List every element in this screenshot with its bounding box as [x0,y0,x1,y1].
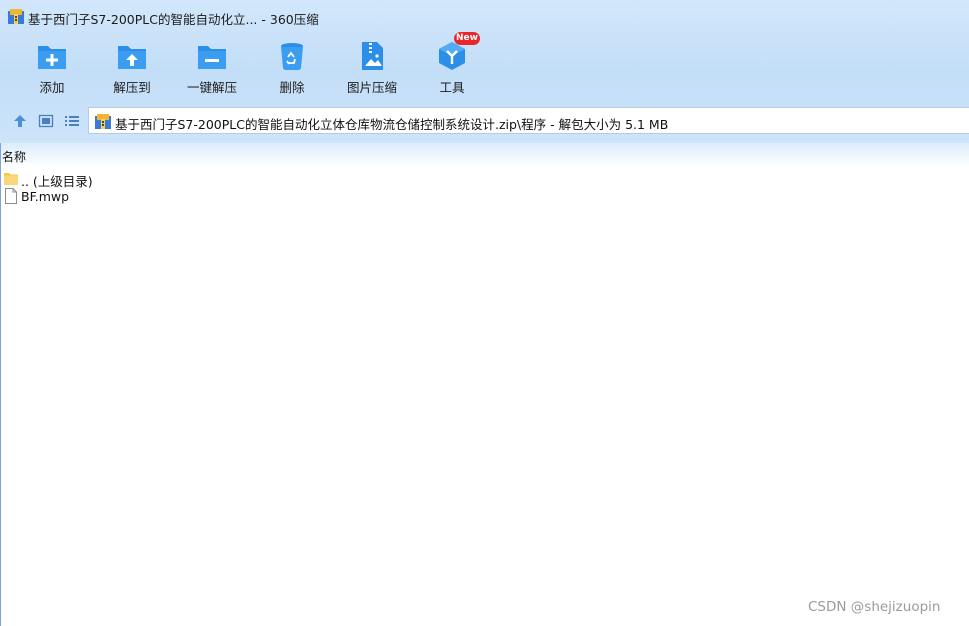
add-folder-icon [38,46,66,69]
top-toolbar-area: 基于西门子S7-200PLC的智能自动化立... - 360压缩 添加 解压到 … [0,0,969,143]
zip-archive-icon [95,114,111,129]
list-item-parent-dir[interactable]: .. (上级目录) [4,169,404,189]
recycle-bin-icon [281,43,303,71]
add-button[interactable]: 添加 [12,38,92,95]
address-bar[interactable]: 基于西门子S7-200PLC的智能自动化立体仓库物流仓储控制系统设计.zip\程… [88,107,969,134]
list-item-file[interactable]: BF.mwp [4,187,404,205]
add-label: 添加 [39,80,65,95]
delete-button[interactable]: 删除 [252,38,332,95]
image-compress-icon [362,42,383,70]
list-view-icon[interactable] [64,113,80,129]
delete-label: 删除 [279,80,305,95]
extract-to-folder-icon [118,46,146,69]
extract-to-button[interactable]: 解压到 [92,38,172,95]
quick-extract-label: 一键解压 [186,80,237,95]
list-header: 名称 [0,143,969,167]
archive-app-icon [8,9,24,24]
new-badge: New [454,32,480,45]
image-compress-label: 图片压缩 [346,80,397,95]
quick-extract-button[interactable]: 一键解压 [172,38,252,95]
column-name-header[interactable]: 名称 [2,148,26,165]
title-bar: 基于西门子S7-200PLC的智能自动化立... - 360压缩 [0,0,969,34]
window-title: 基于西门子S7-200PLC的智能自动化立... - 360压缩 [28,12,319,27]
thumbnail-view-icon[interactable] [38,113,54,129]
folder-icon [4,173,18,185]
watermark: CSDN @shejizuopin [808,599,941,615]
up-arrow-icon[interactable] [12,113,28,129]
extract-to-label: 解压到 [113,80,151,95]
left-border [0,143,1,626]
list-item-label: BF.mwp [21,189,70,204]
image-compress-button[interactable]: 图片压缩 [332,38,412,95]
tools-label: 工具 [439,80,465,95]
file-icon [5,188,17,204]
tools-button[interactable]: 工具 [412,38,492,95]
quick-extract-folder-icon [198,46,226,69]
address-path: 基于西门子S7-200PLC的智能自动化立体仓库物流仓储控制系统设计.zip\程… [115,117,669,132]
